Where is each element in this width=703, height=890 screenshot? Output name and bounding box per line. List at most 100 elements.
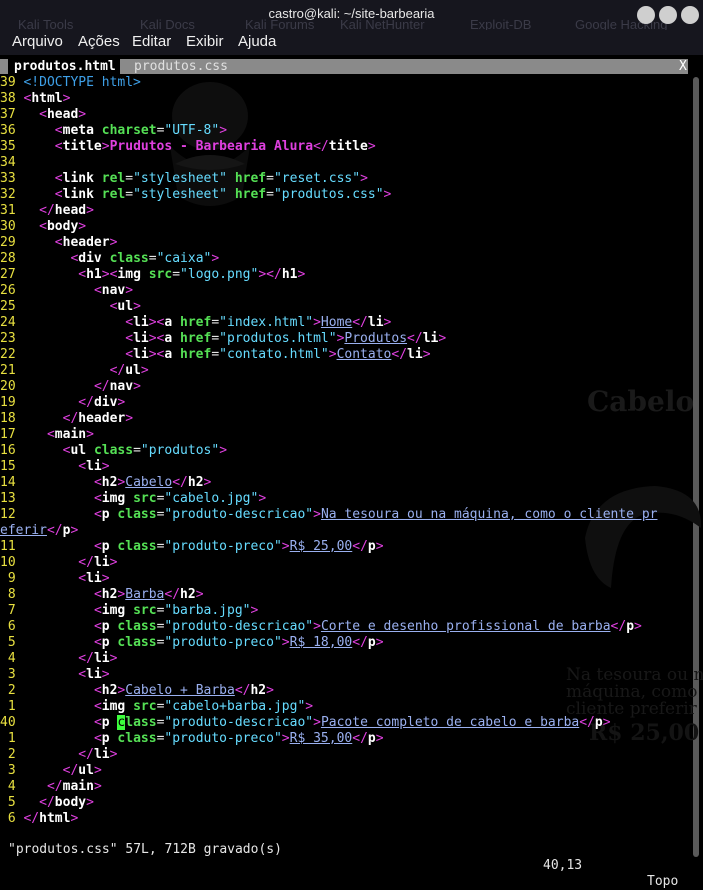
code-text: <img src="barba.jpg"> xyxy=(23,603,258,618)
code-line[interactable]: 14 <h2>Cabelo</h2> xyxy=(0,475,211,491)
code-line[interactable]: 18 </header> xyxy=(0,411,133,427)
code-line[interactable]: 4 </li> xyxy=(0,651,118,667)
code-line[interactable]: 33 <link rel="stylesheet" href="reset.cs… xyxy=(0,171,368,187)
code-line[interactable]: 1 <p class="produto-preco">R$ 35,00</p> xyxy=(0,731,384,747)
code-token: < xyxy=(93,731,102,746)
code-line[interactable]: 16 <ul class="produtos"> xyxy=(0,443,227,459)
menu-exibir[interactable]: Exibir xyxy=(186,33,224,50)
code-token: li xyxy=(407,347,423,362)
code-line[interactable]: 9 <li> xyxy=(0,571,110,587)
code-line[interactable]: 2 </li> xyxy=(0,747,118,763)
line-number: 27 xyxy=(0,267,24,282)
code-token: > xyxy=(634,619,642,634)
code-line[interactable]: 12 <p class="produto-descricao">Na tesou… xyxy=(0,507,657,523)
code-line[interactable]: 22 <li><a href="contato.html">Contato</l… xyxy=(0,347,431,363)
code-line[interactable]: 20 </nav> xyxy=(0,379,141,395)
code-token: > xyxy=(125,411,134,426)
menu-editar[interactable]: Editar xyxy=(132,33,171,50)
code-line[interactable]: 17 <main> xyxy=(0,427,94,443)
tab-produtos-css[interactable]: produtos.css xyxy=(130,59,232,74)
code-line[interactable]: 4 </main> xyxy=(0,779,102,795)
code-token: > xyxy=(367,139,376,154)
maximize-button[interactable] xyxy=(659,6,677,24)
code-line[interactable]: 26 <nav> xyxy=(0,283,133,299)
code-line[interactable]: 5 </body> xyxy=(0,795,94,811)
menu-arquivo[interactable]: Arquivo xyxy=(12,33,63,50)
code-token: "cabelo+barba.jpg" xyxy=(164,699,306,714)
code-token: = xyxy=(125,171,134,186)
code-line[interactable]: 1 <img src="cabelo+barba.jpg"> xyxy=(0,699,313,715)
minimize-button[interactable] xyxy=(637,6,655,24)
line-number: 1 xyxy=(0,699,24,714)
code-line[interactable]: 25 <ul> xyxy=(0,299,141,315)
code-line[interactable]: 13 <img src="cabelo.jpg"> xyxy=(0,491,266,507)
close-window-button[interactable] xyxy=(681,6,699,24)
code-line[interactable]: 8 <h2>Barba</h2> xyxy=(0,587,204,603)
code-line[interactable]: 37 <head> xyxy=(0,107,86,123)
tab-produtos-html[interactable]: produtos.html xyxy=(8,59,120,74)
code-text: </nav> xyxy=(23,379,141,394)
code-token: </ xyxy=(93,379,110,394)
code-line[interactable]: 27 <h1><img src="logo.png"></h1> xyxy=(0,267,305,283)
line-number: 4 xyxy=(0,651,24,666)
code-line[interactable]: 30 <body> xyxy=(0,219,86,235)
code-token: R$ 18,00 xyxy=(289,635,353,650)
code-line[interactable]: 24 <li><a href="index.html">Home</li> xyxy=(0,315,391,331)
code-token: href xyxy=(180,331,212,346)
scroll-indicator: Topo xyxy=(647,874,679,889)
code-token: "stylesheet" xyxy=(133,187,227,202)
menu-acoes[interactable]: Ações xyxy=(78,33,120,50)
code-text: <header> xyxy=(23,235,118,250)
code-line[interactable]: 39 <!DOCTYPE html> xyxy=(0,75,141,91)
code-text: <p class="produto-descricao">Na tesoura … xyxy=(23,507,658,522)
line-number: 14 xyxy=(0,475,24,490)
code-line[interactable]: 32 <link rel="stylesheet" href="produtos… xyxy=(0,187,391,203)
code-token: Cabelo + Barba xyxy=(125,683,235,698)
code-line[interactable]: 29 <header> xyxy=(0,235,117,251)
code-line[interactable]: 3 <li> xyxy=(0,667,110,683)
code-line[interactable]: 6 </html> xyxy=(0,811,78,827)
code-line[interactable]: 19 </div> xyxy=(0,395,125,411)
menu-ajuda[interactable]: Ajuda xyxy=(238,33,276,50)
status-line: "produtos.css" 57L, 712B gravado(s) 40,1… xyxy=(0,826,690,889)
code-line[interactable]: 31 </head> xyxy=(0,203,94,219)
code-line[interactable]: 6 <p class="produto-descricao">Corte e d… xyxy=(0,619,642,635)
tab-close-button[interactable]: X xyxy=(679,59,688,74)
code-token: > xyxy=(313,315,321,330)
code-token: h1 xyxy=(281,267,298,282)
code-token: "produtos" xyxy=(140,443,220,458)
code-token: p xyxy=(101,731,118,746)
line-number: 6 xyxy=(0,619,24,634)
code-line[interactable]: 23 <li><a href="produtos.html">Produtos<… xyxy=(0,331,446,347)
code-line[interactable]: eferir</p> xyxy=(0,523,78,539)
code-text: <li> xyxy=(23,459,109,474)
code-line[interactable]: 35 <title>Prudutos - Barbearia Alura</ti… xyxy=(0,139,376,155)
code-line[interactable]: 3 </ul> xyxy=(0,763,102,779)
code-line[interactable]: 28 <div class="caixa"> xyxy=(0,251,219,267)
code-line[interactable]: 5 <p class="produto-preco">R$ 18,00</p> xyxy=(0,635,384,651)
code-line[interactable]: 15 <li> xyxy=(0,459,110,475)
code-token: header xyxy=(78,411,126,426)
code-line[interactable]: 7 <img src="barba.jpg"> xyxy=(0,603,259,619)
code-token: body xyxy=(46,219,79,234)
code-line[interactable]: 38 <html> xyxy=(0,91,70,107)
code-line[interactable]: 10 </li> xyxy=(0,555,117,571)
code-token: class xyxy=(93,443,134,458)
line-number: 40 xyxy=(0,715,24,730)
code-line[interactable]: 2 <h2>Cabelo + Barba</h2> xyxy=(0,683,274,699)
code-token: < xyxy=(93,715,102,730)
code-line[interactable]: 11 <p class="produto-preco">R$ 25,00</p> xyxy=(0,539,384,555)
code-line[interactable]: 21 </ul> xyxy=(0,363,149,379)
status-message: "produtos.css" 57L, 712B gravado(s) xyxy=(8,842,282,857)
code-line[interactable]: 36 <meta charset="UTF-8"> xyxy=(0,123,227,139)
code-token: < xyxy=(93,539,102,554)
code-token: </ xyxy=(610,619,627,634)
code-line-current[interactable]: 40 <p class="produto-descricao">Pacote c… xyxy=(0,715,611,731)
code-line[interactable]: 34 xyxy=(0,155,23,171)
code-token: main xyxy=(62,779,94,794)
code-token: "logo.png" xyxy=(180,267,259,282)
